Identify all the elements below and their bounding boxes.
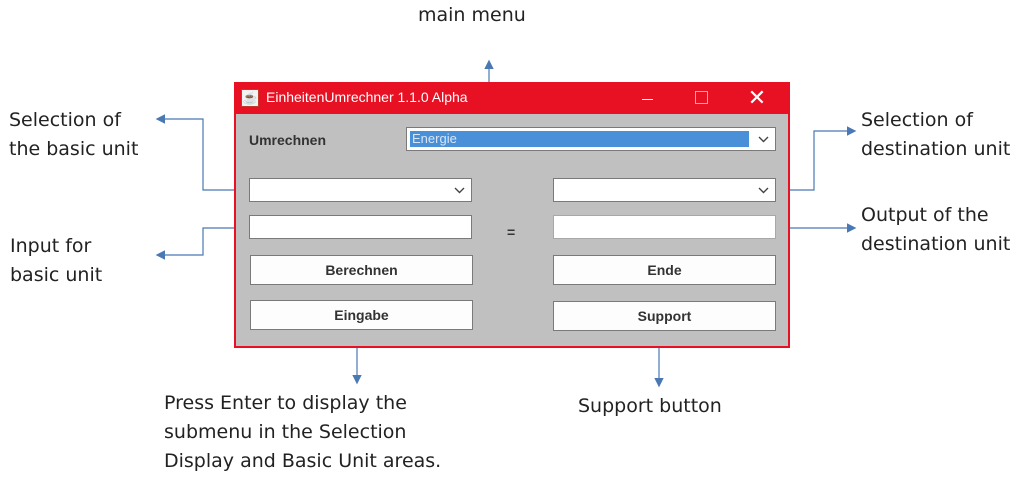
- java-app-icon: ☕: [241, 89, 259, 107]
- annotation-line: Selection of: [861, 109, 973, 131]
- ende-button[interactable]: Ende: [553, 255, 776, 285]
- window-content: Umrechnen Energie = Berechnen Ende Einga…: [236, 114, 788, 346]
- chevron-down-icon[interactable]: [751, 179, 775, 201]
- destination-unit-select[interactable]: [553, 178, 776, 202]
- annotation-destination-output: Output of the destination unit: [861, 201, 1010, 259]
- minimize-icon[interactable]: [624, 82, 670, 114]
- annotation-basic-unit-selection: Selection of the basic unit: [9, 106, 138, 164]
- annotation-line: basic unit: [10, 264, 103, 286]
- annotation-line: the basic unit: [9, 138, 139, 160]
- annotation-line: Output of the: [861, 204, 989, 226]
- equals-sign: =: [507, 224, 516, 240]
- annotation-enter-note: Press Enter to display the submenu in th…: [164, 389, 441, 476]
- app-window: ☕ EinheitenUmrechner 1.1.0 Alpha ✕ Umrec…: [234, 82, 790, 348]
- berechnen-button[interactable]: Berechnen: [250, 255, 473, 285]
- destination-output-field[interactable]: [553, 215, 776, 239]
- main-menu-selected-value: Energie: [410, 131, 749, 147]
- annotation-main-menu: main menu: [418, 4, 526, 26]
- title-bar[interactable]: ☕ EinheitenUmrechner 1.1.0 Alpha ✕: [234, 82, 790, 114]
- annotation-destination-unit-selection: Selection of destination unit: [861, 106, 1010, 164]
- eingabe-button[interactable]: Eingabe: [250, 300, 473, 330]
- annotation-line: destination unit: [861, 138, 1011, 160]
- annotation-line: Input for: [10, 235, 92, 257]
- basic-unit-input[interactable]: [249, 215, 472, 239]
- annotation-line: Display and Basic Unit areas.: [164, 450, 442, 472]
- annotation-line: Selection of: [9, 109, 121, 131]
- annotation-line: submenu in the Selection: [164, 421, 407, 443]
- umrechnen-label: Umrechnen: [249, 132, 327, 148]
- close-icon[interactable]: ✕: [734, 82, 780, 114]
- main-menu-select[interactable]: Energie: [406, 127, 776, 151]
- chevron-down-icon[interactable]: [447, 179, 471, 201]
- maximize-icon[interactable]: [678, 82, 724, 114]
- annotation-line: Press Enter to display the: [164, 392, 407, 414]
- annotation-line: destination unit: [861, 233, 1011, 255]
- support-button[interactable]: Support: [553, 301, 776, 331]
- chevron-down-icon[interactable]: [751, 128, 775, 150]
- window-title: EinheitenUmrechner 1.1.0 Alpha: [266, 89, 468, 105]
- basic-unit-select[interactable]: [249, 178, 472, 202]
- annotation-support-button: Support button: [578, 395, 722, 417]
- annotation-basic-unit-input: Input for basic unit: [10, 232, 102, 290]
